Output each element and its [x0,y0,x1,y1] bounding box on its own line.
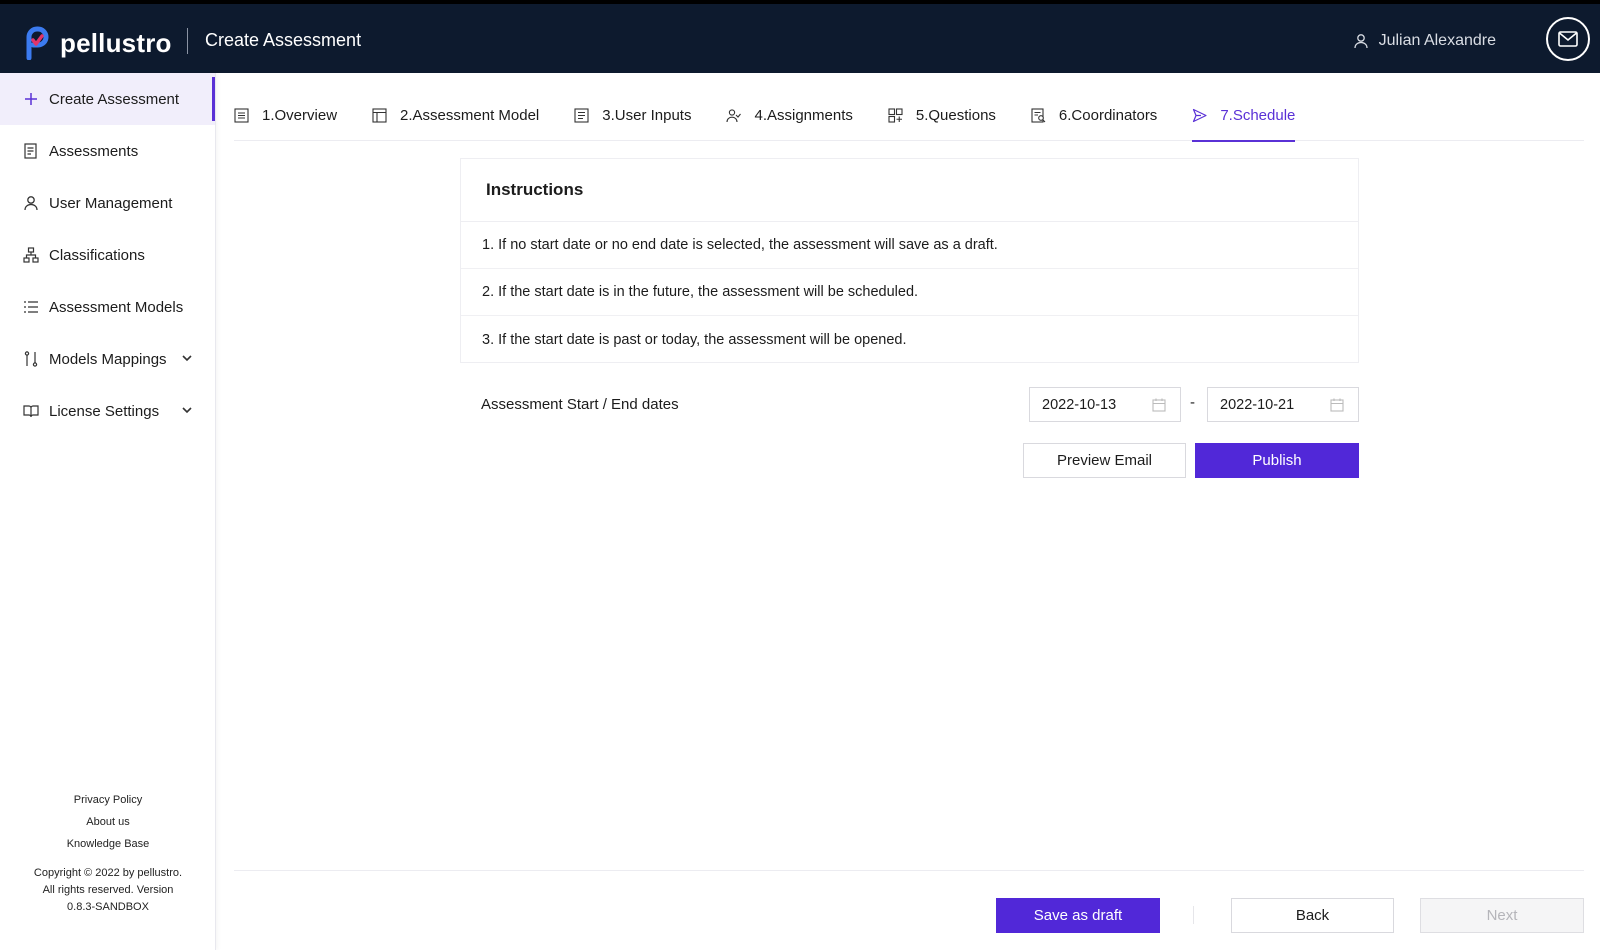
messages-button[interactable] [1546,17,1590,61]
instruction-item: 1. If no start date or no end date is se… [461,222,1358,269]
tab-overview[interactable]: 1.Overview [234,97,337,141]
sidebar-footer: Privacy Policy About us Knowledge Base C… [0,789,216,950]
publish-button[interactable]: Publish [1195,443,1359,478]
privacy-policy-link[interactable]: Privacy Policy [0,789,216,811]
page-title: Create Assessment [205,30,362,50]
sidebar-item-models-mappings[interactable]: Models Mappings [0,333,215,385]
top-header: pellustro Create Assessment Julian Alexa… [0,0,1600,73]
back-button[interactable]: Back [1231,898,1394,933]
tab-user-inputs[interactable]: 3.User Inputs [574,97,691,141]
layout-icon [372,107,387,123]
sidebar-item-label: Classifications [49,246,145,264]
about-us-link[interactable]: About us [0,811,216,833]
sidebar-item-label: Assessments [49,142,139,160]
sidebar-item-user-management[interactable]: User Management [0,177,215,229]
knowledge-base-link[interactable]: Knowledge Base [0,833,216,855]
save-as-draft-button[interactable]: Save as draft [996,898,1160,933]
sidebar-item-create-assessment[interactable]: Create Assessment [0,73,215,125]
tab-assignments[interactable]: 4.Assignments [726,97,853,141]
instructions-title: Instructions [461,159,1358,222]
tab-schedule[interactable]: 7.Schedule [1192,97,1296,142]
tab-assessment-model[interactable]: 2.Assessment Model [372,97,539,141]
sidebar-item-classifications[interactable]: Classifications [0,229,215,281]
brand-logo[interactable]: pellustro [24,26,172,60]
sidebar-item-assessments[interactable]: Assessments [0,125,215,177]
instruction-item: 2. If the start date is in the future, t… [461,269,1358,316]
mail-icon [1558,31,1578,47]
coordinator-icon [1031,107,1046,123]
grid-icon [888,107,903,123]
pellustro-logo-icon [26,26,49,60]
sidebar-item-license-settings[interactable]: License Settings [0,385,215,437]
user-menu[interactable]: Julian Alexandre [1353,32,1496,50]
copyright-text: Copyright © 2022 by pellustro. All right… [33,867,183,913]
instruction-item: 3. If the start date is past or today, t… [482,331,907,348]
sidebar: Create Assessment Assessments User Manag… [0,73,216,950]
header-divider [187,28,188,54]
mapping-icon [23,351,39,367]
dates-label: Assessment Start / End dates [481,396,679,413]
form-icon [574,107,589,123]
user-icon [23,195,39,211]
sidebar-item-label: Assessment Models [49,298,184,316]
user-icon [1353,34,1368,49]
tab-label: 5.Questions [915,106,996,124]
tab-label: 6.Coordinators [1058,106,1158,124]
end-date-value: 2022-10-21 [1220,396,1295,413]
send-icon [1193,108,1207,122]
sidebar-item-label: User Management [49,194,173,212]
users-icon [726,108,742,122]
tab-label: 7.Schedule [1220,106,1296,124]
preview-email-button[interactable]: Preview Email [1023,443,1186,478]
calendar-icon [1330,398,1344,412]
calendar-icon [1152,398,1166,412]
overview-icon [234,107,249,123]
start-date-value: 2022-10-13 [1042,396,1117,413]
tab-label: 4.Assignments [754,106,853,124]
sidebar-item-label: License Settings [49,402,160,420]
plus-icon [23,91,39,107]
footer-divider [234,870,1584,871]
date-separator: - [1190,394,1195,411]
wizard-steps: 1.Overview 2.Assessment Model 3.User Inp… [234,97,1584,142]
instructions-card: Instructions 1. If no start date or no e… [460,158,1359,363]
sidebar-item-label: Models Mappings [49,350,167,368]
tab-questions[interactable]: 5.Questions [888,97,996,141]
tab-label: 1.Overview [262,106,338,124]
hierarchy-icon [23,247,39,263]
sidebar-item-assessment-models[interactable]: Assessment Models [0,281,215,333]
chevron-down-icon[interactable] [181,404,193,416]
tab-label: 2.Assessment Model [400,106,540,124]
end-date-input[interactable]: 2022-10-21 [1207,387,1359,422]
document-list-icon [23,143,39,159]
book-icon [23,403,39,419]
brand-name: pellustro [60,27,172,58]
start-date-input[interactable]: 2022-10-13 [1029,387,1181,422]
next-button[interactable]: Next [1420,898,1584,933]
sidebar-item-label: Create Assessment [49,90,180,108]
tab-label: 3.User Inputs [602,106,692,124]
chevron-down-icon[interactable] [181,352,193,364]
footer-separator [1193,906,1194,924]
tab-coordinators[interactable]: 6.Coordinators [1031,97,1157,141]
user-name: Julian Alexandre [1378,32,1496,49]
list-icon [23,299,39,315]
